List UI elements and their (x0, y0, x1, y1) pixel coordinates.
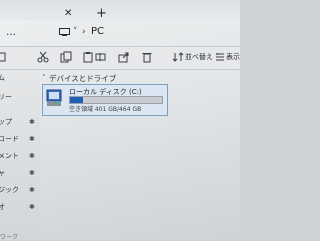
address-bar[interactable]: … ˅ › PC (0, 22, 240, 44)
drive-icon (46, 89, 62, 106)
view-button[interactable]: 表示 (226, 52, 240, 62)
sort-icon[interactable] (172, 51, 184, 63)
view-icon[interactable] (214, 51, 226, 63)
breadcrumb-pc[interactable]: PC (91, 26, 104, 37)
title-bar: ✕ + (0, 0, 240, 20)
breadcrumb-separator-icon: › (82, 27, 86, 37)
sidebar-item-videos[interactable]: オ (0, 202, 5, 212)
sidebar-item-music[interactable]: ジック (0, 185, 19, 195)
rename-icon[interactable] (95, 51, 107, 63)
content-pane: ˅ デバイスとドライブ ローカル ディスク (C:) 空き領域 401 GB/4… (40, 70, 240, 240)
sidebar-item-documents[interactable]: メント (0, 151, 19, 161)
share-icon[interactable] (118, 51, 130, 63)
navigation-pane: ム リー ップ ✱ ロード ✱ メント ✱ ャ ✱ ジック ✱ オ ✱ (0, 70, 40, 240)
drive-usage-fill (70, 97, 83, 103)
pin-icon: ✱ (29, 135, 35, 143)
command-bar: 並べ替え ˅ 表示 (0, 46, 240, 70)
pc-icon (59, 28, 70, 36)
drive-tile-c[interactable]: ローカル ディスク (C:) 空き領域 401 GB/464 GB (42, 84, 168, 116)
sidebar-item-downloads[interactable]: ロード (0, 134, 19, 144)
sort-label: 並べ替え (185, 53, 213, 61)
sidebar-item-pictures[interactable]: ャ (0, 168, 5, 178)
chevron-down-icon[interactable]: ˅ (73, 27, 78, 37)
pin-icon: ✱ (29, 169, 35, 177)
pin-icon: ✱ (29, 118, 35, 126)
more-icon[interactable]: … (6, 27, 16, 38)
cut-icon[interactable] (37, 51, 49, 63)
group-header[interactable]: デバイスとドライブ (49, 73, 116, 84)
new-tab-button[interactable]: + (96, 7, 107, 20)
file-explorer-window: ✕ + … ˅ › PC 並べ替え ˅ 表示 ム リー ップ ✱ ロード ✱ メ… (0, 0, 240, 241)
paste-icon[interactable] (82, 51, 94, 63)
drive-usage-bar (69, 96, 163, 104)
sidebar-item-desktop[interactable]: ップ (0, 117, 12, 127)
copy-icon[interactable] (60, 51, 72, 63)
sidebar-item-gallery[interactable]: リー (0, 92, 12, 102)
chevron-down-icon[interactable]: ˅ (42, 74, 46, 82)
delete-icon[interactable] (141, 51, 153, 63)
pin-icon: ✱ (29, 203, 35, 211)
pin-icon: ✱ (29, 186, 35, 194)
new-icon[interactable] (0, 51, 12, 63)
tab-close-button[interactable]: ✕ (64, 9, 72, 19)
drive-free-space: 空き領域 401 GB/464 GB (69, 106, 142, 113)
sidebar-item-home[interactable]: ム (0, 73, 5, 83)
pin-icon: ✱ (29, 152, 35, 160)
